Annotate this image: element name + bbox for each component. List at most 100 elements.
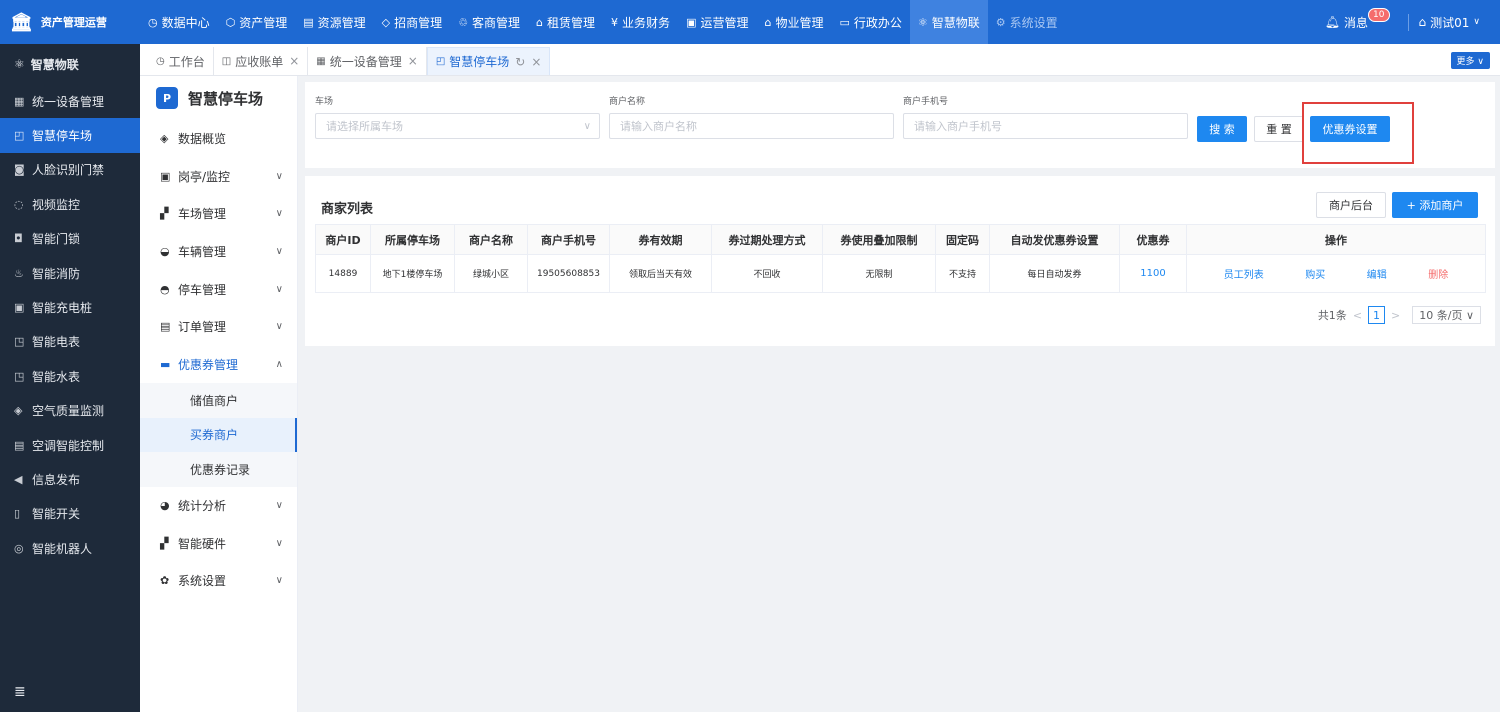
column-header: 所属停车场: [370, 224, 455, 255]
nav-item-property[interactable]: ⌂ 物业管理: [756, 0, 831, 44]
tab-receivable-bills[interactable]: ◫ 应收账单 ×: [214, 47, 309, 75]
pie-chart-icon: ◕: [160, 498, 170, 512]
nav-item-investment[interactable]: ◇ 招商管理: [374, 0, 450, 44]
merchant-name-field: 商户名称 请输入商户名称: [609, 94, 894, 139]
submenu-item-label: 数据概览: [178, 132, 227, 147]
sidebar-item-video-monitor[interactable]: ◌ 视频监控: [0, 187, 140, 221]
column-header: 券有效期: [609, 224, 712, 255]
more-tabs-button[interactable]: 更多 ∨: [1450, 52, 1490, 69]
sidebar-item-label: 视频监控: [32, 197, 81, 212]
sidebar-header-label: 智慧物联: [30, 57, 79, 72]
parking-select[interactable]: 请选择所属车场 ∨: [315, 113, 600, 139]
submenu-item-order-management[interactable]: ▤ 订单管理 ∨: [140, 308, 297, 346]
tab-workbench[interactable]: ◷ 工作台: [140, 47, 214, 75]
sidebar-header: ⚛ 智慧物联: [0, 44, 140, 84]
nav-item-operations[interactable]: ▣ 运营管理: [678, 0, 756, 44]
sidebar-item-info-publish[interactable]: ◀ 信息发布: [0, 462, 140, 496]
tab-smart-parking[interactable]: ◰ 智慧停车场 ↻ ×: [426, 47, 551, 75]
submenu-sub-stored-value-merchants[interactable]: 储值商户: [140, 383, 297, 418]
nav-label: 物业管理: [775, 15, 824, 30]
lock-icon: ◘: [14, 232, 23, 246]
bell-icon: 🔔︎: [1324, 15, 1341, 29]
buy-link[interactable]: 购买: [1305, 266, 1325, 281]
sidebar-item-robot[interactable]: ◎ 智能机器人: [0, 531, 140, 565]
chevron-down-icon: ∨: [1473, 17, 1480, 27]
prev-page-icon[interactable]: <: [1353, 309, 1362, 322]
sidebar-item-smart-switch[interactable]: ▯ 智能开关: [0, 497, 140, 531]
submenu-item-label: 优惠券管理: [178, 357, 239, 372]
nav-item-assets[interactable]: ⬡ 资产管理: [218, 0, 296, 44]
cell-fixed-code: 不支持: [935, 254, 990, 293]
close-icon[interactable]: ×: [289, 54, 299, 68]
page-size-select[interactable]: 10 条/页 ∨: [1412, 306, 1481, 324]
sidebar-item-smart-parking[interactable]: ◰ 智慧停车场: [0, 118, 140, 153]
nav-item-leasing[interactable]: ⌂ 租赁管理: [528, 0, 603, 44]
parking-label: 车场: [315, 97, 334, 107]
sidebar-item-ac-control[interactable]: ▤ 空调智能控制: [0, 428, 140, 462]
messages-button[interactable]: 🔔︎ 消息 10: [1324, 8, 1390, 31]
submenu-item-system-settings[interactable]: ✿ 系统设置 ∨: [140, 562, 297, 600]
parking-icon: ◰: [435, 56, 446, 67]
close-icon[interactable]: ×: [531, 55, 541, 69]
search-button[interactable]: 搜 索: [1197, 116, 1247, 142]
submenu-item-hardware[interactable]: ▞ 智能硬件 ∨: [140, 524, 297, 562]
submenu-item-vehicle-management[interactable]: ◒ 车辆管理 ∨: [140, 233, 297, 271]
delete-link[interactable]: 删除: [1428, 266, 1448, 281]
submenu-title-label: 智慧停车场: [188, 89, 264, 108]
chevron-down-icon: ∨: [275, 537, 283, 549]
cell-validity: 领取后当天有效: [609, 254, 712, 293]
refresh-icon[interactable]: ↻: [515, 55, 525, 69]
app-logo[interactable]: 🏛 资产管理运营: [0, 0, 140, 44]
sidebar-item-face-access[interactable]: ◙ 人脸识别门禁: [0, 153, 140, 187]
sidebar-item-electric-meter[interactable]: ◳ 智能电表: [0, 325, 140, 359]
edit-link[interactable]: 编辑: [1367, 266, 1387, 281]
column-header: 商户手机号: [527, 224, 610, 255]
nav-item-data-center[interactable]: ◷ 数据中心: [140, 0, 218, 44]
user-menu[interactable]: ⌂ 测试01 ∨: [1407, 13, 1480, 31]
submenu-item-booth-monitor[interactable]: ▣ 岗亭/监控 ∨: [140, 158, 297, 196]
parking-submenu: P 智慧停车场 ◈ 数据概览 ▣ 岗亭/监控 ∨ ▞ 车场管理 ∨ ◒ 车辆管理 ∨ ◓ 停车管理…: [140, 76, 298, 712]
sidebar-item-fire[interactable]: ♨ 智能消防: [0, 256, 140, 290]
nav-item-finance[interactable]: ¥ 业务财务: [603, 0, 678, 44]
main-content: 车场 请选择所属车场 ∨ 商户名称 请输入商户名称 商户手机号 请输入商户手机号 …: [298, 76, 1500, 712]
collapse-menu-icon[interactable]: ≣: [14, 684, 26, 700]
reset-button[interactable]: 重 置: [1254, 116, 1304, 142]
iot-icon: ⚛: [14, 57, 25, 71]
layers-icon: ◈: [160, 132, 169, 146]
column-header: 券使用叠加限制: [822, 224, 936, 255]
nav-item-clients[interactable]: ♲ 客商管理: [450, 0, 528, 44]
close-icon[interactable]: ×: [408, 54, 418, 68]
tab-device-management[interactable]: ▦ 统一设备管理 ×: [308, 47, 427, 75]
nav-item-admin-office[interactable]: ▭ 行政办公: [831, 0, 909, 44]
fire-icon: ♨: [14, 266, 24, 280]
submenu-sub-coupon-buying-merchants[interactable]: 买券商户: [140, 417, 297, 453]
sidebar-item-label: 智能水表: [32, 369, 81, 384]
column-header: 操作: [1186, 224, 1486, 255]
sidebar-item-device-management[interactable]: ▦ 统一设备管理: [0, 84, 140, 118]
merchant-name-input[interactable]: 请输入商户名称: [609, 113, 894, 139]
nav-item-resources[interactable]: ▤ 资源管理: [295, 0, 373, 44]
merchant-backend-button[interactable]: 商户后台: [1316, 192, 1386, 218]
sidebar-item-water-meter[interactable]: ◳ 智能水表: [0, 359, 140, 393]
staff-list-link[interactable]: 员工列表: [1224, 266, 1264, 281]
face-icon: ◙: [14, 163, 25, 177]
sidebar-item-air-quality[interactable]: ◈ 空气质量监测: [0, 394, 140, 428]
chevron-down-icon: ∨: [275, 321, 283, 333]
submenu-item-overview[interactable]: ◈ 数据概览: [140, 120, 297, 158]
merchant-phone-input[interactable]: 请输入商户手机号: [903, 113, 1188, 139]
sidebar-item-charging[interactable]: ▣ 智能充电桩: [0, 290, 140, 324]
submenu-item-statistics[interactable]: ◕ 统计分析 ∨: [140, 487, 297, 525]
sidebar-item-smart-lock[interactable]: ◘ 智能门锁: [0, 222, 140, 256]
submenu-item-lot-management[interactable]: ▞ 车场管理 ∨: [140, 195, 297, 233]
submenu-item-parking-management[interactable]: ◓ 停车管理 ∨: [140, 270, 297, 308]
page-number[interactable]: 1: [1368, 306, 1386, 324]
submenu-sub-coupon-records[interactable]: 优惠券记录: [140, 452, 297, 487]
chevron-down-icon: ∨: [275, 499, 283, 511]
nav-item-system-settings[interactable]: ⚙ 系统设置: [988, 0, 1066, 44]
submenu-item-coupon-management[interactable]: ▬ 优惠券管理 ∧: [140, 346, 297, 384]
cell-coupon-link[interactable]: 1100: [1119, 254, 1187, 293]
nav-item-smart-iot[interactable]: ⚛ 智慧物联: [909, 0, 988, 44]
submenu-item-label: 统计分析: [178, 498, 227, 513]
add-merchant-button[interactable]: + 添加商户: [1392, 192, 1478, 218]
next-page-icon[interactable]: >: [1391, 309, 1400, 322]
